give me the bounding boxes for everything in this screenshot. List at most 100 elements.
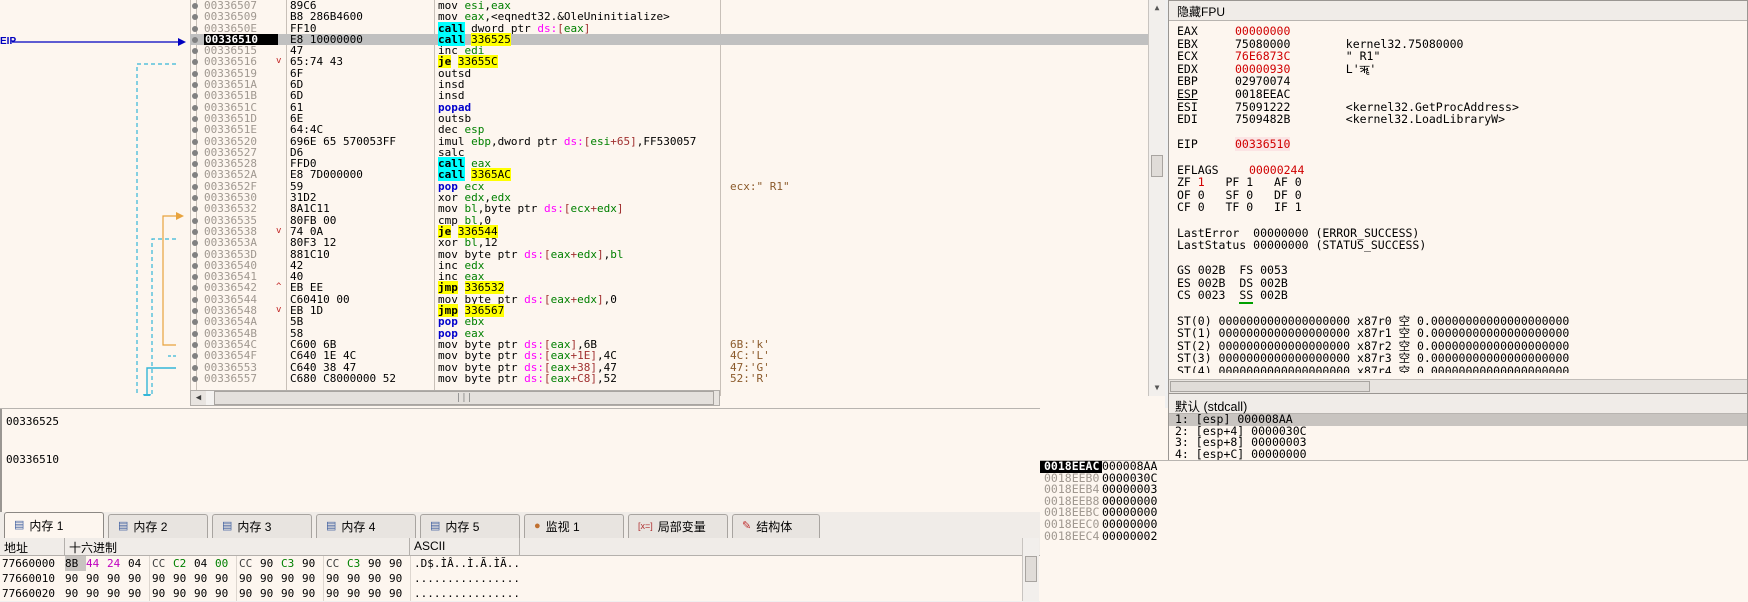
register-row-eip[interactable]: EIP00336510 [1177,138,1747,151]
breakpoint-dot-icon[interactable] [192,342,198,348]
disassembly-row[interactable]: 0033653031D2xor edx,edx [190,192,1165,203]
hscroll-thumb[interactable]: ||| [214,391,714,405]
hscroll-track[interactable]: ||| [206,391,704,405]
flag-value[interactable]: 1 [1295,200,1302,214]
disassembly-row[interactable]: 0033654140inc eax [190,271,1165,282]
breakpoint-dot-icon[interactable] [192,274,198,280]
breakpoint-dot-icon[interactable] [192,285,198,291]
register-value[interactable]: 7509482B [1235,112,1290,126]
flag-value[interactable]: 0 [1198,200,1205,214]
disassembly-row[interactable]: →00336510E8 10000000call 336525 [190,34,1165,45]
disassembly-row[interactable]: 00336548vEB 1Djmp 336567 [190,305,1165,316]
breakpoint-dot-icon[interactable] [192,116,198,122]
breakpoint-dot-icon[interactable] [192,184,198,190]
disassembly-row[interactable]: 0033654B58pop eax [190,328,1165,339]
breakpoint-dot-icon[interactable] [192,297,198,303]
tab-0[interactable]: ▤内存 1 [4,512,104,538]
disassembly-row[interactable]: 0033654A5Bpop ebx [190,316,1165,327]
dump-row[interactable]: 776600008B442404CCC20400CC90C390CCC39090… [0,556,1040,571]
disassembly-row[interactable]: 00336557C680 C8000000 52mov byte ptr ds:… [190,373,1165,384]
breakpoint-dot-icon[interactable] [192,308,198,314]
disassembly-row[interactable]: 00336544C60410 00mov byte ptr ds:[eax+ed… [190,294,1165,305]
breakpoint-dot-icon[interactable] [192,172,198,178]
tab-5[interactable]: ●监视 1 [524,514,624,538]
disassembly-row[interactable]: 00336520696E 65 570053FFimul ebp,dword p… [190,136,1165,147]
memory-dump-panel[interactable]: 地址 十六进制 ASCII 776600008B442404CCC20400CC… [0,538,1040,601]
fpu-row-x87r4[interactable]: ST(4) 0000000000000000000 x87r4 空 0.0000… [1177,365,1747,373]
vscroll-thumb[interactable] [1151,155,1163,177]
disassembly-row[interactable]: 00336509B8 286B4600mov eax,<eqnedt32.&Ol… [190,11,1165,22]
breakpoint-dot-icon[interactable] [192,150,198,156]
breakpoint-dot-icon[interactable] [192,331,198,337]
breakpoint-dot-icon[interactable] [192,161,198,167]
breakpoint-dot-icon[interactable] [192,365,198,371]
disassembly-row[interactable]: 003365328A1C11mov bl,byte ptr ds:[ecx+ed… [190,203,1165,214]
disassembly-row[interactable]: 0033651E64:4Cdec esp [190,124,1165,135]
breakpoint-dot-icon[interactable] [192,71,198,77]
disassembly-row[interactable]: 00336516v65:74 43je 33655C [190,56,1165,67]
breakpoint-dot-icon[interactable] [192,263,198,269]
breakpoint-dot-icon[interactable] [192,218,198,224]
breakpoint-dot-icon[interactable] [192,48,198,54]
flags-row[interactable]: CF 0 TF 0 IF 1 [1177,201,1747,214]
segment-value[interactable]: 0023 [1191,288,1226,302]
breakpoint-dot-icon[interactable] [192,376,198,382]
disassembly-hscrollbar[interactable]: ◀ ||| ▶ [190,390,720,406]
breakpoint-dot-icon[interactable] [192,229,198,235]
breakpoint-dot-icon[interactable] [192,139,198,145]
disassembly-row[interactable]: 0033652AE8 7D000000call 3365AC [190,169,1165,180]
hide-fpu-button[interactable]: 隐藏FPU [1169,1,1747,21]
register-value[interactable]: 00336510 [1235,137,1290,151]
disassembly-row[interactable]: 0033651B6Dinsd [190,90,1165,101]
dump-row[interactable]: 7766001090909090909090909090909090909090… [0,571,1040,586]
disassembly-row[interactable]: 00336538v74 0Aje 336544 [190,226,1165,237]
breakpoint-dot-icon[interactable] [192,127,198,133]
disassembly-row[interactable]: 0033652F59pop ecxecx:" R1" [190,181,1165,192]
tab-7[interactable]: ✎结构体 [732,514,820,538]
disassembly-row[interactable]: 0033651A6Dinsd [190,79,1165,90]
vscroll-down-arrow[interactable]: ▼ [1149,380,1165,396]
dump-row[interactable]: 7766002090909090909090909090909090909090… [0,586,1040,601]
breakpoint-dot-icon[interactable] [192,353,198,359]
breakpoint-dot-icon[interactable] [192,59,198,65]
disassembly-list[interactable]: 0033650789C6mov esi,eax00336509B8 286B46… [190,0,1165,396]
breakpoint-dot-icon[interactable] [192,26,198,32]
disassembly-row[interactable]: 0033653D881C10mov byte ptr ds:[eax+edx],… [190,249,1165,260]
hscroll-left-arrow[interactable]: ◀ [191,393,206,403]
breakpoint-dot-icon[interactable] [192,240,198,246]
breakpoint-dot-icon[interactable] [192,206,198,212]
disassembly-row[interactable]: 00336527D6salc [190,147,1165,158]
tab-1[interactable]: ▤内存 2 [108,514,208,538]
dump-vscroll-thumb[interactable] [1025,556,1037,582]
disassembly-row[interactable]: 0033654042inc edx [190,260,1165,271]
dump-col-hex[interactable]: 十六进制 [65,538,410,555]
breakpoint-dot-icon[interactable] [192,319,198,325]
breakpoint-dot-icon[interactable] [192,195,198,201]
disassembly-vscrollbar[interactable]: ▲ ▼ [1148,0,1165,396]
tab-6[interactable]: [x=]局部变量 [628,514,728,538]
disassembly-row[interactable]: 0033653A80F3 12xor bl,12 [190,237,1165,248]
tab-2[interactable]: ▤内存 3 [212,514,312,538]
breakpoint-dot-icon[interactable] [192,37,198,43]
breakpoint-dot-icon[interactable] [192,252,198,258]
register-row-edi[interactable]: EDI7509482B <kernel32.LoadLibraryW> [1177,113,1747,126]
dump-col-address[interactable]: 地址 [0,538,65,555]
segment-value[interactable]: 002B [1253,288,1288,302]
disassembly-row[interactable]: 0033651C61popad [190,102,1165,113]
disassembly-row[interactable]: 0033651D6Eoutsb [190,113,1165,124]
calling-convention-label[interactable]: 默认 (stdcall) [1169,394,1747,414]
last-status-row[interactable]: LastStatus 00000000 (STATUS_SUCCESS) [1177,239,1747,252]
stack-panel[interactable]: 0018EEAC000008AA0018EEB00000030C0018EEB4… [1040,460,1748,602]
vscroll-up-arrow[interactable]: ▲ [1149,0,1165,16]
segment-row[interactable]: CS 0023 SS 002B [1177,289,1747,302]
registers-hscroll-thumb[interactable] [1170,381,1370,392]
disassembly-row[interactable]: 003365196Foutsd [190,68,1165,79]
breakpoint-dot-icon[interactable] [192,82,198,88]
dump-vscrollbar[interactable] [1022,538,1039,601]
dump-col-ascii[interactable]: ASCII [410,538,520,555]
fpu-raw[interactable]: 0000000000000000000 [1219,364,1351,373]
bottom-tabbar[interactable]: ▤内存 1▤内存 2▤内存 3▤内存 4▤内存 5●监视 1[x=]局部变量✎结… [0,512,1040,538]
disassembly-row[interactable]: 0033654FC640 1E 4Cmov byte ptr ds:[eax+1… [190,350,1165,361]
tab-4[interactable]: ▤内存 5 [420,514,520,538]
tab-3[interactable]: ▤内存 4 [316,514,416,538]
